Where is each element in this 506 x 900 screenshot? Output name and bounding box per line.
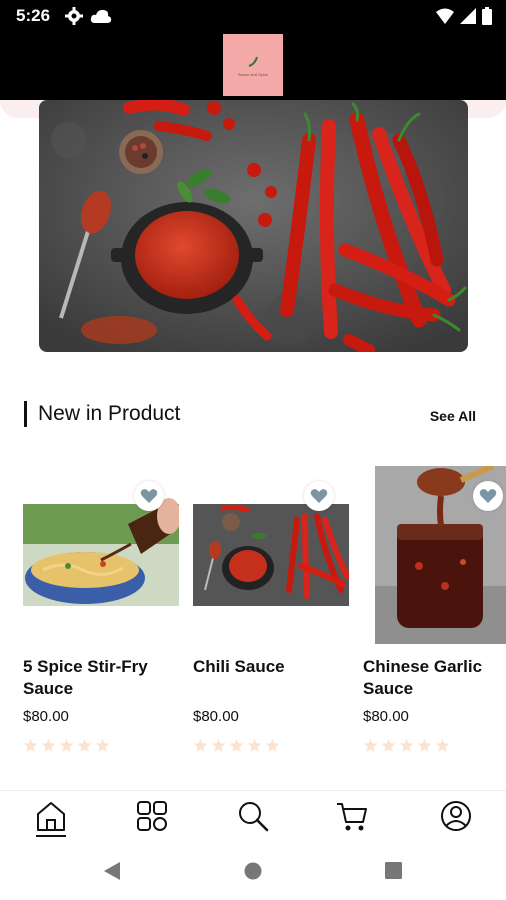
favorite-button[interactable] (134, 481, 164, 511)
cart-icon[interactable] (335, 799, 369, 833)
product-name: 5 Spice Stir-Fry Sauce (23, 657, 148, 698)
rating-stars (363, 738, 450, 753)
favorite-button[interactable] (304, 481, 334, 511)
home-icon[interactable] (34, 799, 68, 833)
home-button-icon[interactable] (244, 862, 262, 880)
rating-stars (193, 738, 280, 753)
star-icon (193, 738, 208, 752)
hero-section (0, 100, 506, 370)
cloud-icon (90, 9, 112, 23)
heart-icon (140, 489, 158, 503)
product-price: $80.00 (193, 708, 239, 725)
star-icon (23, 738, 38, 752)
section-title: New in Product (38, 402, 181, 425)
brand-logo[interactable]: Sauce and Spice (223, 34, 283, 96)
bottom-navigation (0, 790, 506, 846)
star-icon (363, 738, 378, 752)
star-icon (417, 738, 432, 752)
star-icon (381, 738, 396, 752)
profile-icon[interactable] (439, 799, 473, 833)
categories-icon[interactable] (135, 799, 169, 833)
back-icon[interactable] (103, 861, 121, 881)
star-icon (435, 738, 450, 752)
product-name: Chinese Garlic Sauce (363, 657, 483, 698)
heart-icon (310, 489, 328, 503)
star-icon (59, 738, 74, 752)
hero-banner-image[interactable] (39, 100, 468, 352)
favorite-button[interactable] (473, 481, 503, 511)
status-bar: 5:26 (0, 0, 506, 32)
signal-icon (460, 8, 476, 24)
logo-text: Sauce and Spice (237, 71, 269, 77)
star-icon (95, 738, 110, 752)
product-name: Chili Sauce (193, 657, 285, 676)
star-icon (77, 738, 92, 752)
chili-logo-icon (248, 56, 258, 67)
see-all-link[interactable]: See All (430, 408, 476, 424)
system-navigation-bar (0, 846, 506, 900)
active-tab-indicator (36, 835, 66, 837)
recents-icon[interactable] (385, 862, 402, 879)
star-icon (41, 738, 56, 752)
section-accent-bar (24, 401, 27, 427)
star-icon (229, 738, 244, 752)
settings-icon (65, 7, 83, 25)
rating-stars (23, 738, 110, 753)
search-icon[interactable] (236, 799, 270, 833)
heart-icon (479, 489, 497, 503)
star-icon (247, 738, 262, 752)
star-icon (265, 738, 280, 752)
status-time: 5:26 (16, 6, 51, 25)
status-indicators (436, 6, 492, 26)
star-icon (211, 738, 226, 752)
app-header: Sauce and Spice (0, 32, 506, 100)
product-price: $80.00 (23, 708, 69, 725)
battery-icon (482, 7, 492, 25)
star-icon (399, 738, 414, 752)
product-price: $80.00 (363, 708, 409, 725)
wifi-icon (436, 8, 454, 24)
